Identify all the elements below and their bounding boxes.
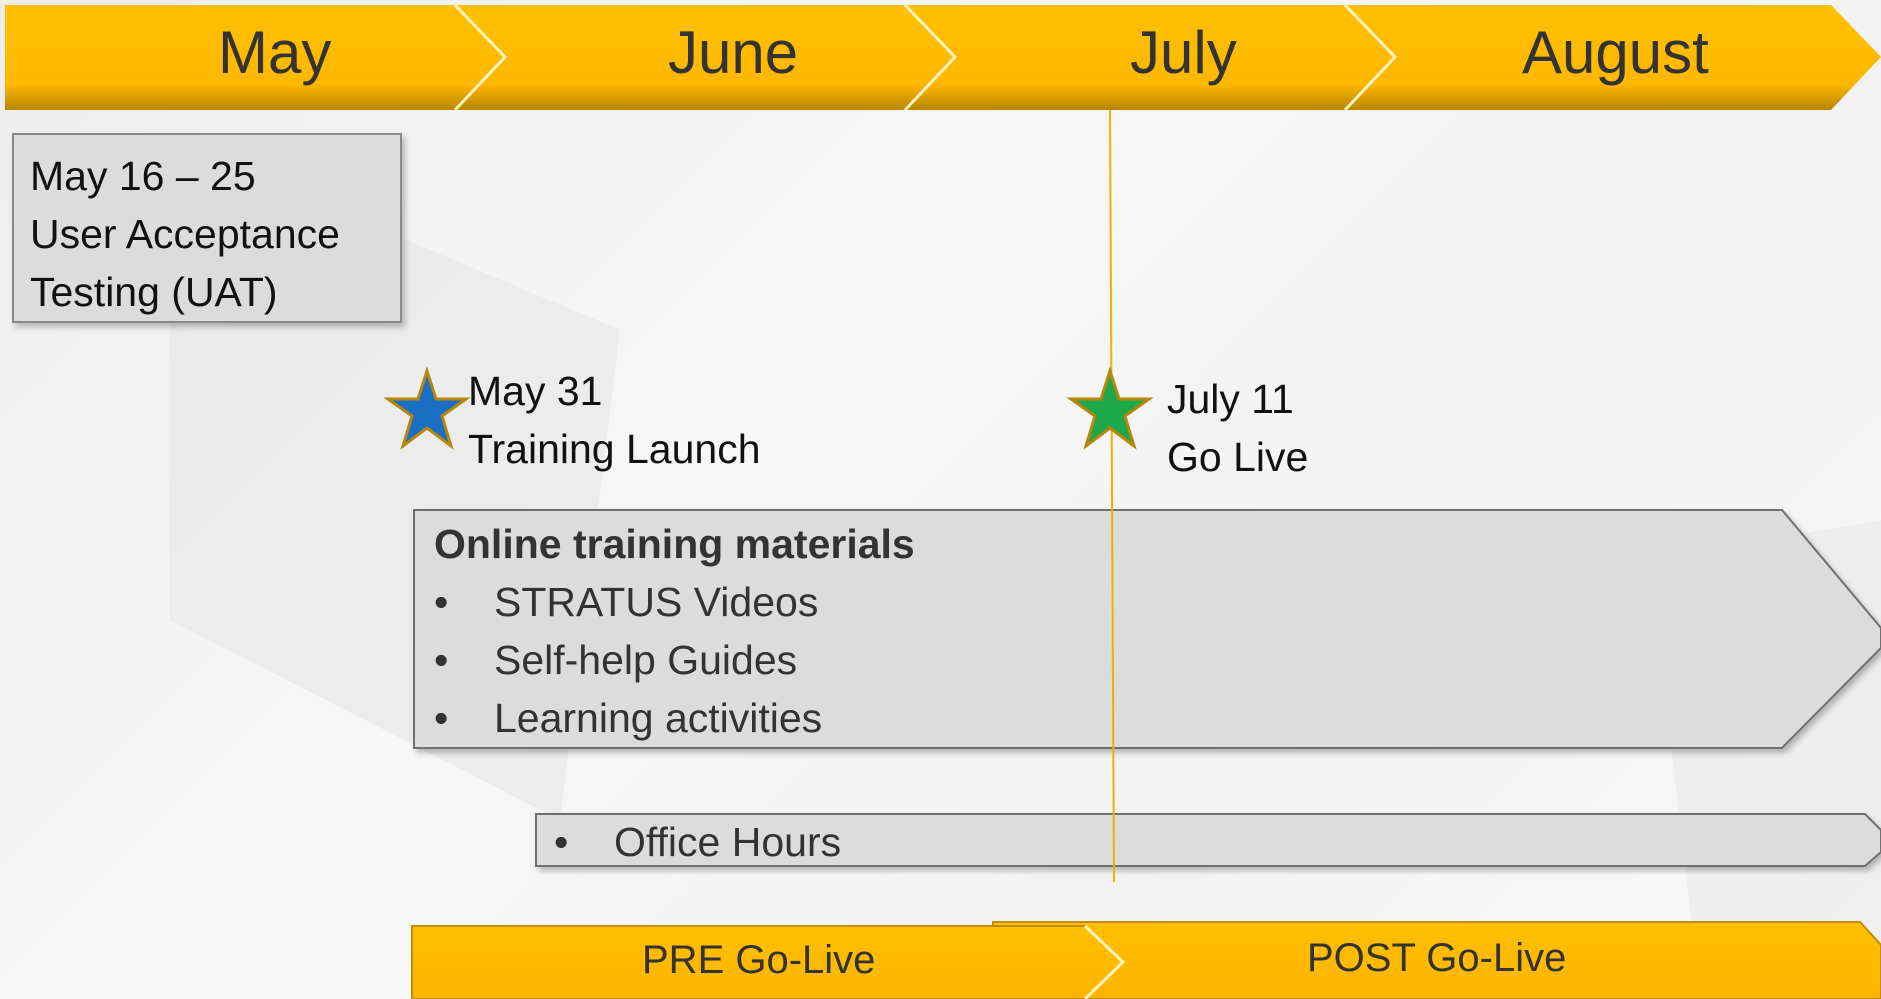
online-training-title: Online training materials: [434, 521, 915, 567]
go-live-label: Go Live: [1167, 434, 1309, 480]
bullet-icon: •: [434, 695, 449, 741]
office-hours-item: • Office Hours: [554, 813, 841, 871]
bullet-icon: •: [434, 637, 449, 683]
go-live-star-icon: [1066, 366, 1154, 450]
go-live-date: July 11: [1167, 376, 1294, 422]
go-live-milestone: July 11 Go Live: [1167, 370, 1308, 486]
training-launch-star-icon: [383, 366, 471, 450]
office-hours-label: Office Hours: [614, 819, 842, 865]
training-launch-label: Training Launch: [468, 426, 761, 472]
online-training-item-label: STRATUS Videos: [494, 579, 819, 625]
go-live-divider: [1109, 109, 1115, 883]
online-training-item: • Learning activities: [434, 689, 822, 747]
online-training-item-label: Self-help Guides: [494, 637, 798, 683]
timeline-shapes: [383, 109, 1881, 999]
phase-post-label: POST Go-Live: [1307, 936, 1567, 980]
online-training-item: • STRATUS Videos: [434, 573, 818, 631]
training-launch-date: May 31: [468, 368, 603, 414]
phase-pre-label: PRE Go-Live: [642, 938, 876, 982]
training-launch-milestone: May 31 Training Launch: [468, 362, 761, 478]
online-training-item-label: Learning activities: [494, 695, 823, 741]
online-training-item: • Self-help Guides: [434, 631, 797, 689]
bullet-icon: •: [554, 819, 569, 865]
bullet-icon: •: [434, 579, 449, 625]
